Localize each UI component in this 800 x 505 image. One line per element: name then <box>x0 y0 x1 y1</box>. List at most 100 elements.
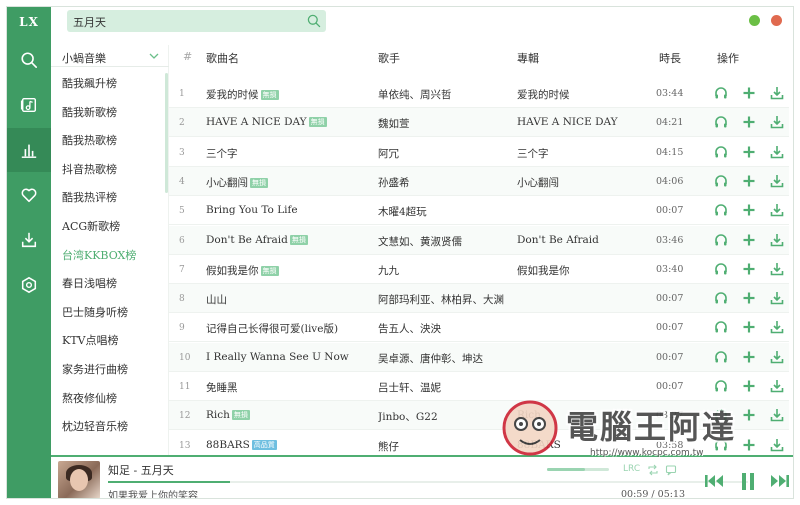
nav-song-list[interactable] <box>7 83 51 127</box>
add-icon[interactable] <box>742 262 756 276</box>
download-icon[interactable] <box>770 408 784 422</box>
table-row[interactable]: 8 山山 阿部玛利亚、林柏昇、大渊 00:07 <box>169 284 789 314</box>
song-name-cell: 假如我是你 無損 <box>206 263 376 278</box>
download-icon[interactable] <box>770 379 784 393</box>
table-row[interactable]: 9 记得自己长得很可爱(live版) 告五人、泱泱 00:07 <box>169 313 789 343</box>
pause-button[interactable] <box>737 471 759 491</box>
sidebar-item[interactable]: 熬夜修仙榜 <box>62 389 162 409</box>
table-row[interactable]: 3 三个字 阿冗 三个字 04:15 <box>169 138 789 167</box>
minimize-button[interactable] <box>749 15 760 26</box>
nav-settings[interactable] <box>7 263 51 307</box>
sidebar-item[interactable]: 酷我飆升榜 <box>62 74 162 94</box>
download-icon[interactable] <box>770 86 784 100</box>
watermark-url: http://www.kocpc.com.tw <box>590 448 704 458</box>
sidebar-item[interactable]: 台湾KKBOX榜 <box>62 246 162 266</box>
download-icon[interactable] <box>770 174 784 188</box>
add-icon[interactable] <box>742 350 756 364</box>
previous-track-button[interactable] <box>703 471 725 491</box>
quality-badge: 高品質 <box>251 439 277 450</box>
download-icon[interactable] <box>770 145 784 159</box>
table-row[interactable]: 6 Don't Be Afraid 無損 文慧如、黄淑贤儒 Don't Be Afrai… <box>169 225 789 255</box>
artist-cell: 文慧如、黄淑贤儒 <box>378 235 462 248</box>
song-title: Rich <box>206 409 230 422</box>
nav-leaderboard[interactable] <box>7 128 51 172</box>
artist-cell: 阿冗 <box>378 147 399 160</box>
nav-favorites[interactable] <box>7 173 51 217</box>
add-icon[interactable] <box>742 145 756 159</box>
table-row[interactable]: 10 I Really Wanna See U Now 吴卓源、唐仲彰、坤达 00:0… <box>169 342 789 372</box>
listen-icon[interactable] <box>714 203 728 217</box>
sidebar-item[interactable]: 家务进行曲榜 <box>62 360 162 380</box>
song-name-cell: Don't Be Afraid 無損 <box>206 234 376 246</box>
download-icon[interactable] <box>770 233 784 247</box>
artist-cell: 单依纯、周兴哲 <box>378 89 452 101</box>
download-icon[interactable] <box>770 262 784 276</box>
listen-icon[interactable] <box>714 291 728 305</box>
add-icon[interactable] <box>742 174 756 188</box>
add-icon[interactable] <box>742 320 756 334</box>
download-icon[interactable] <box>770 291 784 305</box>
sidebar-item[interactable]: 巴士随身听榜 <box>62 303 162 323</box>
add-icon[interactable] <box>742 379 756 393</box>
table-row[interactable]: 5 Bring You To Life 木曜4超玩 00:07 <box>169 196 789 226</box>
listen-icon[interactable] <box>714 379 728 393</box>
row-number: 1 <box>179 89 185 99</box>
next-track-button[interactable] <box>769 471 791 491</box>
artist-cell: 吕士轩、温妮 <box>378 382 441 394</box>
nav-download[interactable] <box>7 218 51 262</box>
sidebar-item[interactable]: 酷我热歌榜 <box>62 131 162 151</box>
watermark: 電腦王阿達 http://www.kocpc.com.tw <box>500 396 760 466</box>
add-icon[interactable] <box>742 86 756 100</box>
sidebar-item[interactable]: ACG新歌榜 <box>62 217 162 237</box>
listen-icon[interactable] <box>714 320 728 334</box>
download-icon[interactable] <box>770 320 784 334</box>
sidebar-scrollbar[interactable] <box>165 73 168 193</box>
search-icon[interactable] <box>306 13 322 29</box>
download-icon[interactable] <box>770 438 784 452</box>
download-icon[interactable] <box>770 350 784 364</box>
song-title: 小心翻闯 <box>206 176 248 189</box>
time-separator: / <box>651 489 655 499</box>
listen-icon[interactable] <box>714 86 728 100</box>
sidebar-item[interactable]: 春日浅唱榜 <box>62 274 162 294</box>
listen-icon[interactable] <box>714 233 728 247</box>
sidebar-item[interactable]: KTV点唱榜 <box>62 331 162 351</box>
album-cover[interactable] <box>58 461 100 498</box>
table-row[interactable]: 7 假如我是你 無損 九九 假如我是你 03:40 <box>169 255 789 284</box>
sidebar-item[interactable]: 酷我新歌榜 <box>62 103 162 123</box>
progress-bar[interactable] <box>108 481 748 483</box>
album-cell: HAVE A NICE DAY <box>517 116 618 129</box>
listen-icon[interactable] <box>714 115 728 129</box>
nav-search[interactable] <box>7 38 51 82</box>
listen-icon[interactable] <box>714 262 728 276</box>
album-cell: Don't Be Afraid <box>517 233 599 246</box>
add-icon[interactable] <box>742 115 756 129</box>
song-title: 爱我的时候 <box>206 89 259 101</box>
duration-cell: 00:07 <box>656 205 684 217</box>
table-row[interactable]: 1 爱我的时候 無損 单依纯、周兴哲 爱我的时候 03:44 <box>169 79 789 108</box>
search-input[interactable]: 五月天 <box>67 10 326 32</box>
sidebar-item[interactable]: 抖音热歌榜 <box>62 160 162 180</box>
listen-icon[interactable] <box>714 350 728 364</box>
sidebar-item[interactable]: 枕边轻音乐榜 <box>62 417 162 437</box>
close-button[interactable] <box>771 15 782 26</box>
table-row[interactable]: 4 小心翻闯 無損 孙盛希 小心翻闯 04:06 <box>169 166 789 196</box>
listen-icon[interactable] <box>714 145 728 159</box>
download-icon[interactable] <box>770 115 784 129</box>
volume-slider[interactable] <box>547 468 609 471</box>
add-icon[interactable] <box>742 203 756 217</box>
chevron-down-icon <box>149 53 159 59</box>
row-number: 7 <box>179 264 185 275</box>
watermark-text: 電腦王阿達 <box>566 408 737 446</box>
quality-badge: 無損 <box>308 117 327 128</box>
table-row[interactable]: 2 HAVE A NICE DAY 無損 魏如萱 HAVE A NICE DAY 04:2… <box>169 108 789 138</box>
add-icon[interactable] <box>742 233 756 247</box>
sidebar-item[interactable]: 酷我热评榜 <box>62 188 162 208</box>
listen-icon[interactable] <box>714 174 728 188</box>
source-select[interactable]: 小蝸音樂 <box>51 45 169 67</box>
add-icon[interactable] <box>742 291 756 305</box>
column-header-num: # <box>183 50 193 63</box>
search-icon <box>21 52 38 69</box>
heart-icon <box>21 188 37 203</box>
download-icon[interactable] <box>770 203 784 217</box>
